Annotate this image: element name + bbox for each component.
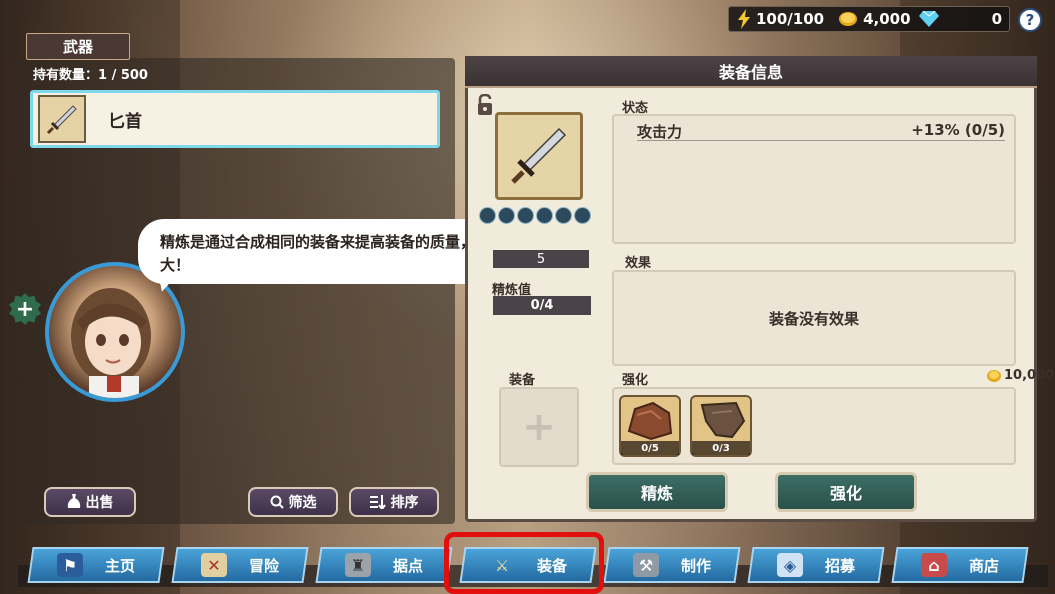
trait-icon bbox=[555, 207, 572, 224]
effect-label: 效果 bbox=[625, 256, 652, 271]
crest-icon: ◈ bbox=[776, 553, 803, 577]
equip-label: 装备 bbox=[509, 373, 536, 388]
nav-base[interactable]: ♜ 据点 bbox=[315, 547, 453, 583]
refine-value: 0/4 bbox=[493, 296, 591, 315]
map-icon: ✕ bbox=[200, 553, 227, 577]
effect-text: 装备没有效果 bbox=[768, 309, 859, 328]
diamond-icon bbox=[918, 11, 939, 27]
trait-icons bbox=[479, 207, 591, 224]
dagger-thumbnail bbox=[38, 95, 86, 143]
shop-stall-icon: ⌂ bbox=[920, 553, 947, 577]
trait-icon bbox=[479, 207, 496, 224]
filter-button[interactable]: 筛选 bbox=[248, 487, 338, 517]
iron-ore-icon bbox=[627, 401, 673, 441]
nav-home[interactable]: ⚑ 主页 bbox=[27, 547, 165, 583]
help-button[interactable]: ? bbox=[1018, 8, 1042, 32]
held-count: 持有数量：1 / 500 bbox=[33, 68, 148, 83]
nav-home-label: 主页 bbox=[104, 556, 135, 575]
gem-display: 0 bbox=[918, 10, 1002, 28]
search-icon bbox=[270, 495, 284, 509]
castle-icon: ♜ bbox=[344, 553, 371, 577]
plus-icon: + bbox=[15, 296, 35, 322]
enhance-label: 强化 bbox=[622, 373, 649, 388]
sort-icon bbox=[369, 495, 386, 509]
plus-icon: + bbox=[522, 404, 556, 450]
nav-recruit[interactable]: ◈ 招募 bbox=[747, 547, 885, 583]
enhance-button[interactable]: 强化 bbox=[775, 472, 917, 512]
list-item-dagger[interactable]: 匕首 bbox=[30, 90, 440, 148]
material-slot-leather[interactable]: 0/3 bbox=[690, 395, 752, 457]
trait-icon bbox=[498, 207, 515, 224]
item-name: 匕首 bbox=[108, 111, 142, 132]
nav-base-label: 据点 bbox=[392, 556, 423, 575]
sort-button[interactable]: 排序 bbox=[349, 487, 439, 517]
enhance-cost-value: 10,000 bbox=[1004, 368, 1055, 383]
equipment-info-header: 装备信息 bbox=[465, 56, 1037, 88]
sell-button[interactable]: 出售 bbox=[44, 487, 136, 517]
refine-button[interactable]: 精炼 bbox=[586, 472, 728, 512]
gold-value: 4,000 bbox=[863, 10, 911, 28]
equip-slot[interactable]: + bbox=[499, 387, 579, 467]
sort-label: 排序 bbox=[390, 495, 419, 511]
gold-coin-icon bbox=[839, 12, 858, 26]
nav-shop-label: 商店 bbox=[968, 556, 999, 575]
dagger-icon bbox=[511, 127, 567, 184]
stat-value: +13% (0/5) bbox=[911, 121, 1005, 139]
energy-value: 100/100 bbox=[756, 10, 825, 28]
category-tab-weapons[interactable]: 武器 bbox=[26, 33, 130, 60]
leather-scrap-icon bbox=[700, 401, 746, 439]
nav-recruit-label: 招募 bbox=[824, 556, 855, 575]
nav-adventure-label: 冒险 bbox=[248, 556, 279, 575]
sell-label: 出售 bbox=[85, 495, 114, 511]
material-slot-ore[interactable]: 0/5 bbox=[619, 395, 681, 457]
equipment-image bbox=[495, 112, 583, 200]
question-icon: ? bbox=[1025, 11, 1035, 29]
hammer-icon: ⚒ bbox=[632, 553, 659, 577]
stat-name: 攻击力 bbox=[637, 123, 683, 141]
gem-value: 0 bbox=[991, 10, 1002, 28]
nav-adventure[interactable]: ✕ 冒险 bbox=[171, 547, 309, 583]
energy-display: 100/100 bbox=[737, 9, 824, 29]
level-bar: 5 bbox=[493, 250, 589, 268]
nav-craft-label: 制作 bbox=[680, 556, 711, 575]
gold-display: 4,000 bbox=[838, 10, 911, 28]
trait-icon bbox=[536, 207, 553, 224]
filter-label: 筛选 bbox=[288, 495, 317, 511]
material-count: 0/3 bbox=[692, 441, 750, 455]
gold-coin-icon bbox=[987, 369, 1001, 382]
home-flag-icon: ⚑ bbox=[56, 553, 83, 577]
material-count: 0/5 bbox=[621, 441, 679, 455]
money-bag-icon bbox=[67, 494, 80, 508]
resource-bar: 100/100 4,000 0 bbox=[728, 6, 1010, 32]
lightning-icon bbox=[738, 9, 750, 29]
stat-row: 攻击力 +13% (0/5) bbox=[637, 121, 1005, 141]
unlock-icon[interactable] bbox=[476, 94, 494, 116]
enhance-cost: 10,000 bbox=[986, 368, 1054, 383]
nav-craft[interactable]: ⚒ 制作 bbox=[603, 547, 741, 583]
nav-equipment-highlight bbox=[444, 532, 604, 594]
dagger-icon bbox=[46, 105, 77, 135]
trait-icon bbox=[517, 207, 534, 224]
trait-icon bbox=[574, 207, 591, 224]
nav-shop[interactable]: ⌂ 商店 bbox=[891, 547, 1029, 583]
